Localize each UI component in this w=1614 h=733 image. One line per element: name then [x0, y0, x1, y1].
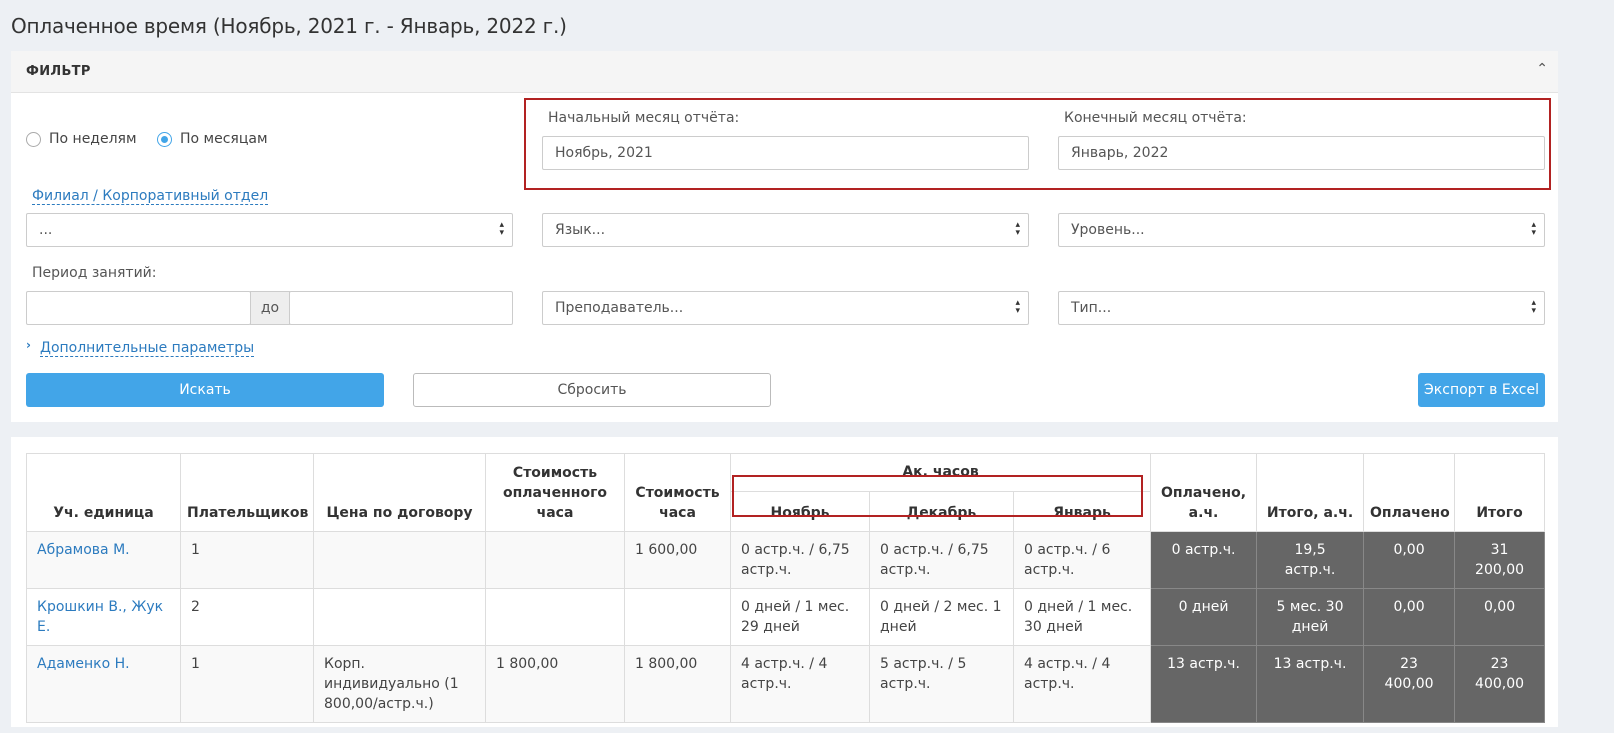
- radio-label: По неделям: [49, 131, 137, 147]
- radio-checked-icon[interactable]: [157, 131, 172, 147]
- paid-ah-cell: 0 дней: [1150, 588, 1258, 646]
- col-ac-hours: Ак. часов: [729, 453, 1152, 492]
- hour-cost-cell: 1 800,00: [624, 645, 731, 723]
- radio-label: По месяцам: [180, 131, 268, 147]
- unit-link[interactable]: Адаменко Н.: [37, 656, 130, 672]
- hour-cost-cell: 1 600,00: [624, 531, 731, 589]
- total-ah-cell: 19,5 астр.ч.: [1256, 531, 1365, 589]
- filter-header[interactable]: ФИЛЬТР ⌃: [11, 51, 1558, 93]
- col-paid-hour-cost[interactable]: Стоимость оплаченного часа: [485, 453, 625, 532]
- paid-cell: 0,00: [1363, 531, 1456, 589]
- paid-hour-cost-cell: 1 800,00: [485, 645, 625, 723]
- payers-cell: 1: [180, 645, 314, 723]
- total-cell: 0,00: [1454, 588, 1546, 646]
- radio-by-months[interactable]: По месяцам: [157, 131, 268, 147]
- jan-cell: 4 астр.ч. / 4 астр.ч.: [1012, 645, 1152, 723]
- col-jan[interactable]: Январь: [1012, 491, 1152, 532]
- nov-cell: 0 астр.ч. / 6,75 астр.ч.: [730, 531, 870, 589]
- start-month-label: Начальный месяц отчёта:: [548, 110, 740, 126]
- level-select[interactable]: Уровень...: [1058, 213, 1545, 247]
- table-panel: Уч. единица Плательщиков Цена по договор…: [11, 437, 1558, 727]
- chevron-up-icon[interactable]: ⌃: [1536, 61, 1548, 77]
- end-month-label: Конечный месяц отчёта:: [1064, 110, 1247, 126]
- total-ah-cell: 5 мес. 30 дней: [1256, 588, 1365, 646]
- export-excel-button[interactable]: Экспорт в Excel: [1418, 373, 1545, 407]
- start-month-field[interactable]: Ноябрь, 2021: [542, 136, 1029, 170]
- col-hour-cost[interactable]: Стоимость часа: [624, 453, 731, 532]
- branch-link[interactable]: Филиал / Корпоративный отдел: [32, 188, 269, 205]
- payers-cell: 2: [180, 588, 314, 646]
- end-month-field[interactable]: Январь, 2022: [1058, 136, 1545, 170]
- col-total[interactable]: Итого: [1454, 453, 1546, 532]
- total-cell: 31 200,00: [1454, 531, 1546, 589]
- col-paid-ah[interactable]: Оплачено, а.ч.: [1150, 453, 1258, 532]
- dec-cell: 0 дней / 2 мес. 1 дней: [869, 588, 1014, 646]
- radio-by-weeks[interactable]: По неделям: [26, 131, 137, 147]
- paid-hour-cost-cell: [485, 531, 625, 589]
- paid-ah-cell: 13 астр.ч.: [1150, 645, 1258, 723]
- total-ah-cell: 13 астр.ч.: [1256, 645, 1365, 723]
- period-from-input[interactable]: [26, 291, 251, 325]
- dec-cell: 5 астр.ч. / 5 астр.ч.: [869, 645, 1014, 723]
- payers-cell: 1: [180, 531, 314, 589]
- page-title: Оплаченное время (Ноябрь, 2021 г. - Янва…: [11, 14, 567, 38]
- table-row: Адаменко Н. 1 Корп. индивидуально (1 800…: [26, 645, 1546, 723]
- contract-price-cell: [313, 531, 486, 589]
- table-row: Абрамова М. 1 1 600,00 0 астр.ч. / 6,75 …: [26, 531, 1546, 589]
- jan-cell: 0 дней / 1 мес. 30 дней: [1012, 588, 1152, 646]
- period-to-addon: до: [250, 291, 290, 325]
- more-params-link[interactable]: Дополнительные параметры: [40, 340, 255, 357]
- total-cell: 23 400,00: [1454, 645, 1546, 723]
- type-select[interactable]: Тип...: [1058, 291, 1545, 325]
- col-total-ah[interactable]: Итого, а.ч.: [1256, 453, 1365, 532]
- search-button[interactable]: Искать: [26, 373, 384, 407]
- jan-cell: 0 астр.ч. / 6 астр.ч.: [1012, 531, 1152, 589]
- teacher-select[interactable]: Преподаватель...: [542, 291, 1029, 325]
- table-row: Крошкин В., Жук Е. 2 0 дней / 1 мес. 29 …: [26, 588, 1546, 646]
- radio-circle-icon[interactable]: [26, 131, 41, 147]
- col-paid[interactable]: Оплачено: [1363, 453, 1456, 532]
- col-contract-price[interactable]: Цена по договору: [313, 453, 486, 532]
- unit-link[interactable]: Крошкин В., Жук Е.: [37, 599, 163, 635]
- contract-price-cell: [313, 588, 486, 646]
- col-payers[interactable]: Плательщиков: [180, 453, 314, 532]
- paid-cell: 0,00: [1363, 588, 1456, 646]
- col-nov[interactable]: Ноябрь: [730, 491, 870, 532]
- paid-time-table: Уч. единица Плательщиков Цена по договор…: [26, 453, 1546, 723]
- paid-cell: 23 400,00: [1363, 645, 1456, 723]
- paid-ah-cell: 0 астр.ч.: [1150, 531, 1258, 589]
- branch-select[interactable]: ...: [26, 213, 513, 247]
- period-label: Период занятий:: [32, 265, 157, 281]
- hour-cost-cell: [624, 588, 731, 646]
- nov-cell: 4 астр.ч. / 4 астр.ч.: [730, 645, 870, 723]
- dec-cell: 0 астр.ч. / 6,75 астр.ч.: [869, 531, 1014, 589]
- language-select[interactable]: Язык...: [542, 213, 1029, 247]
- chevron-right-icon: ›: [26, 338, 31, 352]
- col-unit[interactable]: Уч. единица: [26, 453, 181, 532]
- filter-panel: ФИЛЬТР ⌃ По неделям По месяцам Начальный…: [11, 51, 1558, 422]
- paid-hour-cost-cell: [485, 588, 625, 646]
- col-dec[interactable]: Декабрь: [869, 491, 1014, 532]
- reset-button[interactable]: Сбросить: [413, 373, 771, 407]
- contract-price-cell: Корп. индивидуально (1 800,00/астр.ч.): [313, 645, 486, 723]
- unit-link[interactable]: Абрамова М.: [37, 542, 130, 558]
- filter-title: ФИЛЬТР: [26, 64, 91, 79]
- period-to-input[interactable]: [289, 291, 513, 325]
- nov-cell: 0 дней / 1 мес. 29 дней: [730, 588, 870, 646]
